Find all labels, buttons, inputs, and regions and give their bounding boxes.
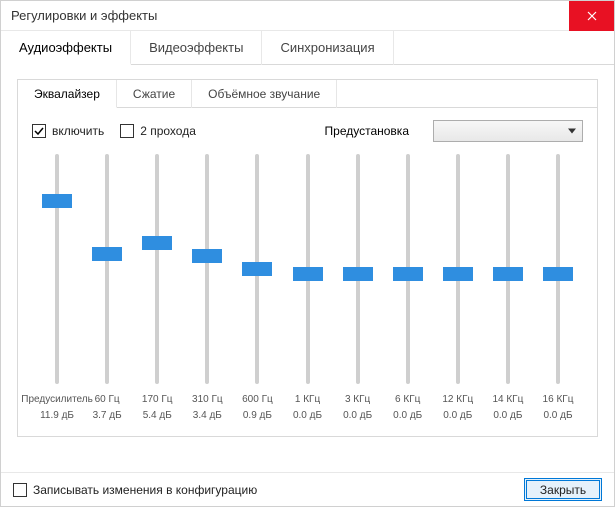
sub-tab-strip: Эквалайзер Сжатие Объёмное звучание [18, 80, 597, 108]
band-track[interactable] [506, 154, 510, 384]
band-freq: 1 КГц [295, 394, 320, 408]
band-freq: 6 КГц [395, 394, 420, 408]
tab-content: Эквалайзер Сжатие Объёмное звучание вклю… [1, 65, 614, 447]
tab-video-effects[interactable]: Видеоэффекты [131, 31, 262, 65]
band-170hz: 170 Гц 5.4 дБ [132, 154, 182, 424]
preamp-gain: 11.9 дБ [40, 410, 74, 424]
band-freq: 170 Гц [142, 394, 173, 408]
band-gain: 0.0 дБ [393, 410, 422, 424]
main-tab-strip: Аудиоэффекты Видеоэффекты Синхронизация [1, 31, 614, 65]
band-60hz: 60 Гц 3.7 дБ [82, 154, 132, 424]
band-12khz: 12 КГц 0.0 дБ [433, 154, 483, 424]
band-track[interactable] [406, 154, 410, 384]
tab-audio-effects[interactable]: Аудиоэффекты [1, 31, 131, 65]
band-6khz: 6 КГц 0.0 дБ [383, 154, 433, 424]
band-thumb[interactable] [393, 267, 423, 281]
band-freq: 14 КГц [492, 394, 523, 408]
footer: Записывать изменения в конфигурацию Закр… [1, 472, 614, 506]
band-600hz: 600 Гц 0.9 дБ [232, 154, 282, 424]
band-gain: 0.0 дБ [343, 410, 372, 424]
band-track[interactable] [456, 154, 460, 384]
band-freq: 60 Гц [95, 394, 120, 408]
titlebar: Регулировки и эффекты [1, 1, 614, 31]
band-thumb[interactable] [493, 267, 523, 281]
equalizer: Предусилитель 11.9 дБ 60 Гц 3.7 дБ 170 Г… [18, 150, 597, 436]
band-thumb[interactable] [343, 267, 373, 281]
band-thumb[interactable] [242, 262, 272, 276]
window-close-button[interactable] [569, 1, 614, 31]
band-freq: 16 КГц [543, 394, 574, 408]
band-gain: 0.0 дБ [543, 410, 572, 424]
band-16khz: 16 КГц 0.0 дБ [533, 154, 583, 424]
band-freq: 600 Гц [242, 394, 273, 408]
preamp-band: Предусилитель 11.9 дБ [32, 154, 82, 424]
band-gain: 0.0 дБ [493, 410, 522, 424]
eq-controls-row: включить 2 прохода Предустановка [18, 108, 597, 150]
tab-synchronization[interactable]: Синхронизация [262, 31, 393, 65]
band-track[interactable] [306, 154, 310, 384]
band-freq: 3 КГц [345, 394, 370, 408]
band-gain: 3.4 дБ [193, 410, 222, 424]
band-gain: 5.4 дБ [143, 410, 172, 424]
preset-label: Предустановка [325, 124, 409, 138]
two-pass-label: 2 прохода [140, 124, 196, 138]
enable-label: включить [52, 124, 104, 138]
two-pass-checkbox[interactable]: 2 прохода [120, 124, 196, 138]
preamp-thumb[interactable] [42, 194, 72, 208]
preset-dropdown[interactable] [433, 120, 583, 142]
checkbox-box [32, 124, 46, 138]
sub-tab-container: Эквалайзер Сжатие Объёмное звучание вклю… [17, 79, 598, 437]
band-1khz: 1 КГц 0.0 дБ [282, 154, 332, 424]
chevron-down-icon [568, 129, 576, 134]
band-track[interactable] [356, 154, 360, 384]
preamp-track[interactable] [55, 154, 59, 384]
band-thumb[interactable] [443, 267, 473, 281]
window-title: Регулировки и эффекты [11, 8, 157, 23]
band-thumb[interactable] [92, 247, 122, 261]
save-config-checkbox[interactable]: Записывать изменения в конфигурацию [13, 483, 257, 497]
band-3khz: 3 КГц 0.0 дБ [333, 154, 383, 424]
effects-window: Регулировки и эффекты Аудиоэффекты Видео… [0, 0, 615, 507]
close-icon [587, 11, 597, 21]
band-freq: 310 Гц [192, 394, 223, 408]
save-config-label: Записывать изменения в конфигурацию [33, 483, 257, 497]
band-track[interactable] [105, 154, 109, 384]
band-310hz: 310 Гц 3.4 дБ [182, 154, 232, 424]
band-gain: 0.9 дБ [243, 410, 272, 424]
checkbox-box [120, 124, 134, 138]
band-thumb[interactable] [543, 267, 573, 281]
subtab-spatializer[interactable]: Объёмное звучание [192, 80, 337, 108]
checkbox-box [13, 483, 27, 497]
band-track[interactable] [205, 154, 209, 384]
band-freq: 12 КГц [442, 394, 473, 408]
band-track[interactable] [556, 154, 560, 384]
check-icon [34, 126, 44, 136]
subtab-equalizer[interactable]: Эквалайзер [18, 80, 117, 108]
band-thumb[interactable] [293, 267, 323, 281]
band-track[interactable] [255, 154, 259, 384]
band-track[interactable] [155, 154, 159, 384]
band-gain: 3.7 дБ [93, 410, 122, 424]
close-button[interactable]: Закрыть [524, 478, 602, 501]
enable-checkbox[interactable]: включить [32, 124, 104, 138]
subtab-compression[interactable]: Сжатие [117, 80, 192, 108]
band-14khz: 14 КГц 0.0 дБ [483, 154, 533, 424]
band-gain: 0.0 дБ [293, 410, 322, 424]
band-gain: 0.0 дБ [443, 410, 472, 424]
band-thumb[interactable] [192, 249, 222, 263]
band-thumb[interactable] [142, 236, 172, 250]
